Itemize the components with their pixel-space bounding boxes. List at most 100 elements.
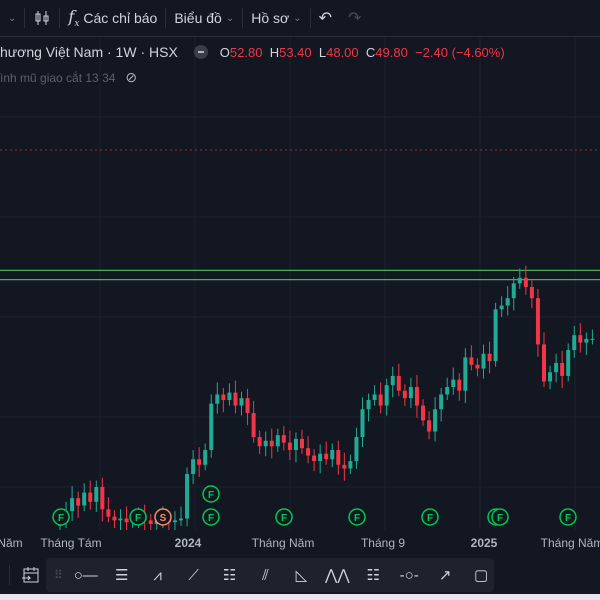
candle-down [148,520,153,525]
chart-type-button[interactable] [25,9,59,27]
candle-down [245,398,250,413]
high-label: H [269,44,280,60]
ohlc-values: O52.80 H53.40 L48.00 C49.80 −2.40 (−4.60… [220,45,505,60]
axis-label: 2025 [470,536,498,550]
axis-label: Tháng Năm [251,536,315,550]
window-edge [0,594,600,600]
marker-label: F [58,513,64,524]
indicator-label[interactable]: ình mũ giao cắt 13 34 [0,71,115,85]
high-value: 53.40 [279,44,312,60]
candle-down [257,437,262,447]
candle-up [517,277,522,284]
open-label: O [219,44,230,60]
chart-menu-button[interactable]: Biểu đồ ⌄ [166,10,242,26]
calendar-icon [22,567,39,583]
financials-marker[interactable]: F [275,508,293,526]
candle-down [475,364,480,369]
profile-button[interactable]: Hồ sơ ⌄ [243,10,309,26]
horizontal-ray-tool-button[interactable]: -○- [396,562,422,588]
candle-down [523,277,528,288]
financials-marker[interactable]: F [52,508,70,526]
marker-label: S [160,513,167,524]
financials-marker[interactable]: F [129,508,147,526]
candle-down [233,392,238,406]
candle-up [191,459,196,475]
interval-dropdown[interactable]: ⌄ [0,13,24,24]
symbol-legend: hương Việt Nam · 1W · HSX O52.80 H53.40 … [0,44,505,60]
marker-label: F [208,513,214,524]
eye-hidden-icon[interactable]: ⊘ [125,69,137,86]
candle-up [275,435,280,447]
candle-up [203,450,208,465]
undo-button[interactable]: ↶ [311,8,340,28]
financials-marker[interactable]: F [421,508,439,526]
redo-icon: ↷ [347,10,362,27]
candle-down [342,464,347,469]
parallel-lines-icon: ☰ [114,567,129,584]
trend-line-tool-button[interactable]: ⟋ [181,562,207,588]
candle-up [372,394,377,400]
fib-retracement-tool-button[interactable]: ☷ [217,562,243,588]
drag-handle-icon[interactable]: ⠿ [54,568,63,582]
candle-up [82,492,87,506]
triangle-icon: ◺ [295,567,308,584]
fib-extension-tool-button[interactable]: ☷ [360,562,386,588]
fib-extension-icon: ☷ [366,567,380,584]
candle-up [572,335,577,350]
arrow-icon: ↗ [438,567,452,584]
candles-icon [35,11,49,25]
parallel-channel-tool-button[interactable]: ⫽ [252,562,278,588]
redo-button[interactable]: ↷ [340,8,369,28]
split-marker[interactable]: S [154,508,172,526]
candle-up [354,437,359,462]
candle-up [293,438,298,450]
financials-marker[interactable]: F [491,508,509,526]
candle-down [535,298,540,345]
candle-down [197,459,202,465]
pattern-tool-button[interactable]: ⋀⋀ [324,562,350,588]
close-label: C [365,44,376,60]
arrow-tool-button[interactable]: ↗ [432,562,458,588]
indicators-button[interactable]: fx Các chỉ báo [60,7,165,29]
candle-down [542,344,546,382]
go-to-date-button[interactable] [18,562,44,588]
time-axis[interactable]: Năm Tháng Tám 2024 Tháng Năm Tháng 9 202… [0,530,600,554]
chevron-down-icon: ⌄ [225,12,235,24]
marker-label: F [497,513,503,524]
drawing-toolbar-area: ⠿ ○— ☰ ⩘ ⟋ ☷ ⫽ ◺ ⋀⋀ ☷ -○- ↗ ▢ [0,556,600,594]
candle-down [378,394,383,406]
line-tool-tool-button[interactable]: ○— [73,562,99,588]
candle-up [172,520,177,523]
financials-marker[interactable]: F [559,508,577,526]
financials-marker[interactable]: F [202,508,220,526]
parallel-lines-tool-button[interactable]: ☰ [109,562,135,588]
candle-down [402,390,407,399]
candle-down [312,455,317,462]
divider [9,565,10,585]
candle-up [445,387,450,395]
financials-marker[interactable]: F [348,508,366,526]
candle-down [414,387,419,406]
collapse-icon[interactable] [193,45,208,59]
candle-up [548,372,553,382]
shape-tool-button[interactable]: ▢ [468,562,494,588]
fib-retracement-icon: ☷ [222,567,237,584]
price-chart[interactable]: FFFFFFFFFFS [0,37,600,530]
triangle-tool-button[interactable]: ◺ [288,562,314,588]
path-tool-button[interactable]: ⩘ [145,562,171,588]
undo-icon: ↶ [318,10,332,27]
candle-up [499,305,504,310]
candle-up [505,298,510,306]
marker-label: F [281,513,287,524]
financials-marker[interactable]: F [202,485,220,503]
fx-icon: fx [68,6,80,30]
candle-down [529,287,534,299]
candle-up [493,309,498,362]
candle-up [384,385,389,406]
candle-down [251,412,256,438]
candle-down [336,450,341,465]
symbol-title[interactable]: hương Việt Nam · 1W · HSX [0,44,178,60]
candle-down [100,487,105,510]
candle-up [584,338,589,343]
candle-down [427,420,432,432]
